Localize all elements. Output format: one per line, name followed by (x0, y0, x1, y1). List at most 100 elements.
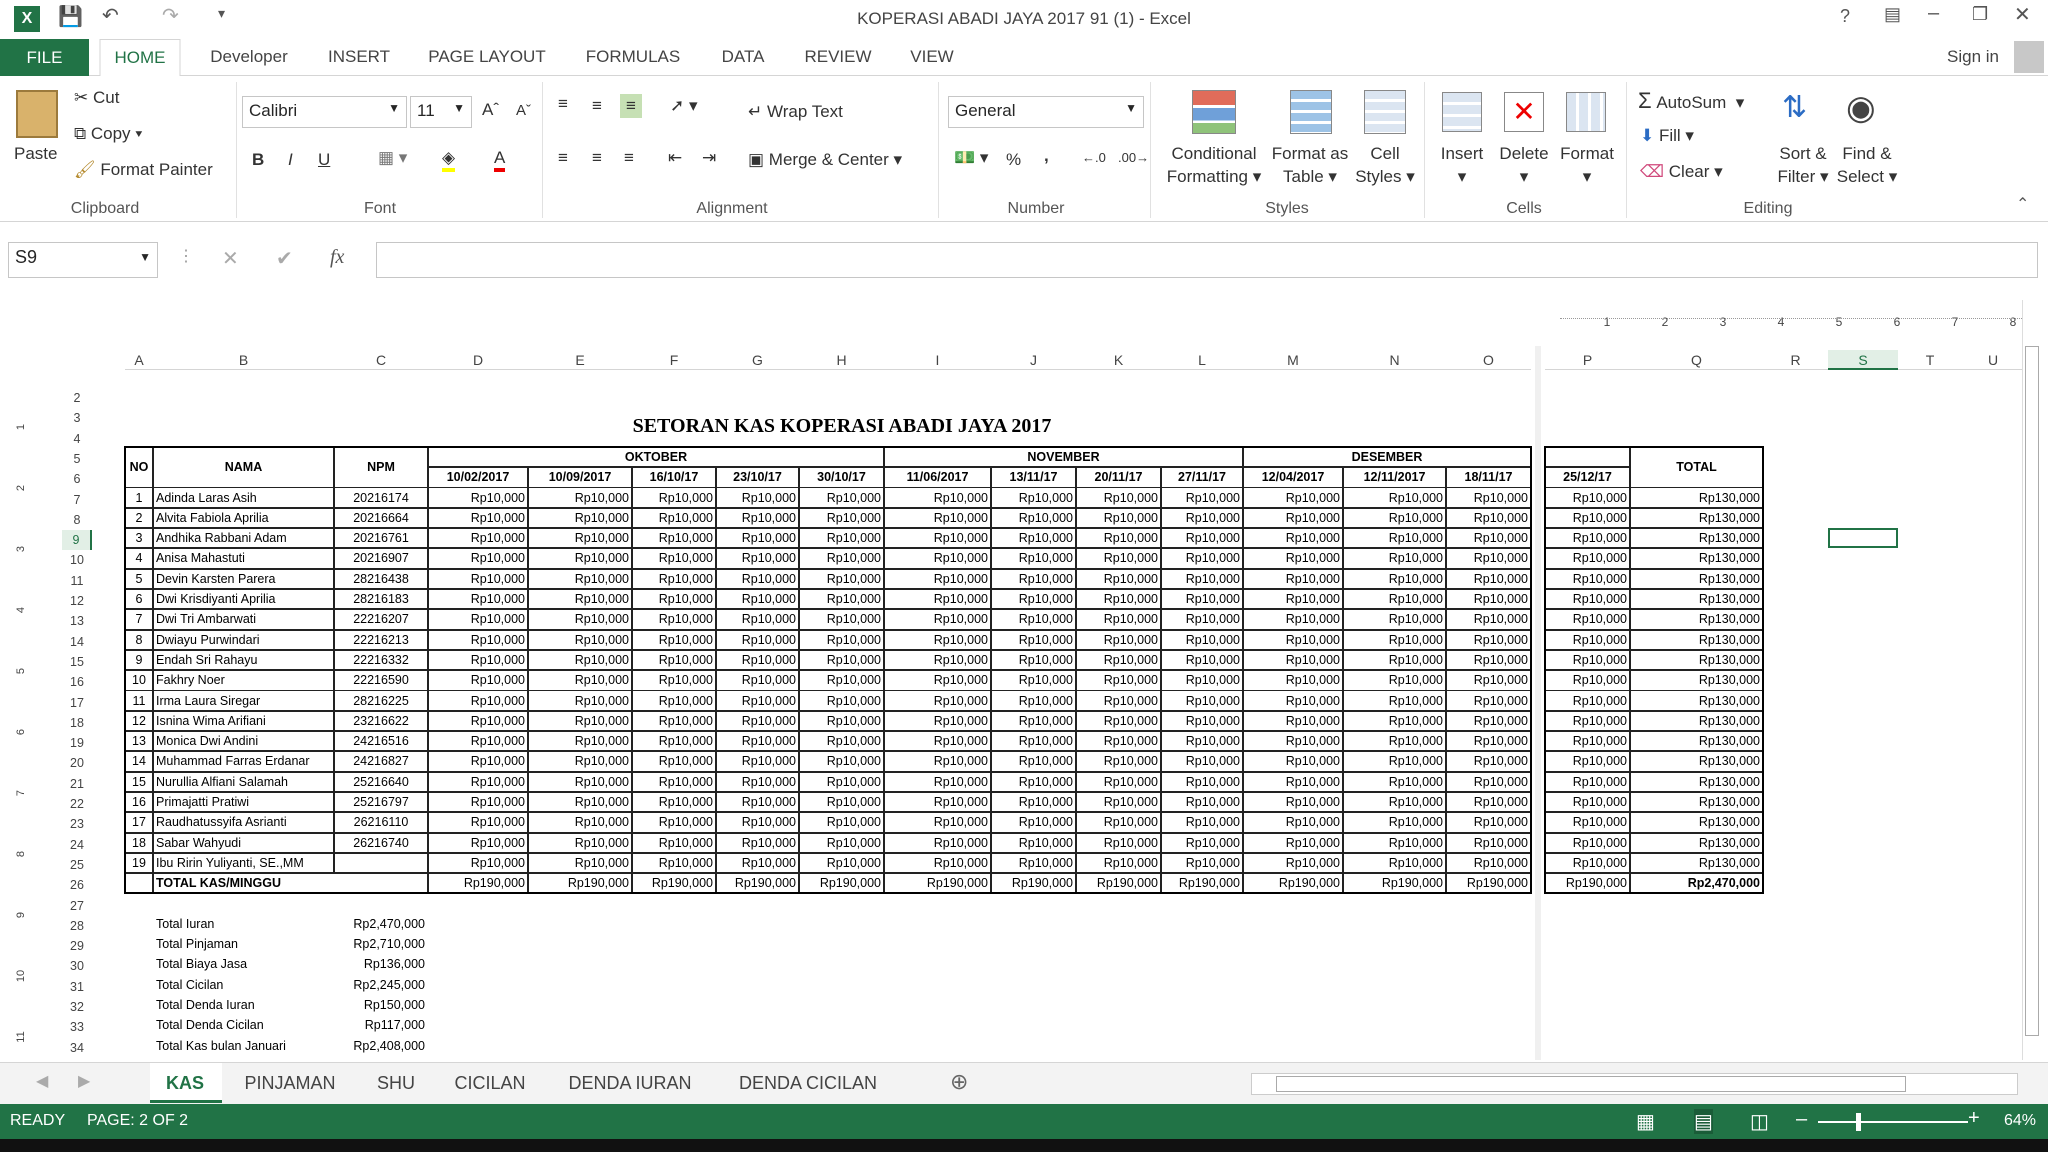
tab-insert[interactable]: INSERT (328, 47, 390, 67)
maximize-icon[interactable]: ❐ (1972, 4, 1988, 25)
payment-cell[interactable]: Rp10,000 (427, 507, 529, 529)
payment-cell[interactable]: Rp10,000 (631, 750, 717, 773)
payment-cell[interactable]: Rp10,000 (1445, 507, 1532, 529)
payment-cell[interactable]: Rp10,000 (1445, 689, 1532, 712)
payment-cell[interactable]: Rp10,000 (427, 547, 529, 570)
payment-cell[interactable]: Rp10,000 (1342, 832, 1447, 854)
borders-icon[interactable]: ▦ ▾ (378, 148, 407, 168)
weekly-total[interactable]: Rp190,000 (1445, 872, 1532, 894)
payment-cell[interactable]: Rp10,000 (1342, 852, 1447, 874)
payment-cell[interactable]: Rp10,000 (1242, 486, 1344, 509)
member-npm[interactable]: 22216207 (333, 608, 429, 631)
payment-cell[interactable]: Rp10,000 (1075, 832, 1162, 854)
payment-cell[interactable]: Rp10,000 (1445, 588, 1532, 610)
insert-function-icon[interactable]: fx (330, 246, 344, 269)
weekly-total[interactable]: Rp190,000 (1342, 872, 1447, 894)
payment-cell[interactable]: Rp10,000 (1544, 791, 1631, 813)
summary-value[interactable]: Rp150,000 (334, 995, 428, 1015)
member-npm[interactable]: 22216213 (333, 629, 429, 651)
weekly-total[interactable]: Rp190,000 (1160, 872, 1244, 894)
payment-cell[interactable]: Rp10,000 (631, 568, 717, 590)
align-center-icon[interactable]: ≡ (592, 148, 602, 168)
payment-cell[interactable]: Rp10,000 (1342, 750, 1447, 773)
row-header[interactable]: 24 (62, 835, 92, 855)
payment-cell[interactable]: Rp10,000 (883, 669, 992, 691)
row-header[interactable]: 20 (62, 753, 92, 773)
member-npm[interactable]: 20216907 (333, 547, 429, 570)
payment-cell[interactable]: Rp10,000 (1160, 669, 1244, 691)
payment-cell[interactable]: Rp10,000 (1342, 730, 1447, 752)
row-header[interactable]: 22 (62, 794, 92, 814)
row-header[interactable]: 3 (62, 408, 92, 428)
column-header-a[interactable]: A (125, 350, 153, 370)
payment-cell[interactable]: Rp10,000 (427, 649, 529, 671)
member-no[interactable]: 19 (124, 852, 154, 874)
wrap-text-button[interactable]: ↵ Wrap Text (748, 102, 843, 122)
payment-cell[interactable]: Rp10,000 (883, 649, 992, 671)
member-name[interactable]: Ibu Ririn Yuliyanti, SE.,MM (152, 852, 335, 874)
column-header-f[interactable]: F (632, 350, 716, 370)
percent-button[interactable]: % (1006, 150, 1021, 170)
payment-cell[interactable]: Rp10,000 (1342, 527, 1447, 549)
payment-cell[interactable]: Rp10,000 (1445, 750, 1532, 773)
payment-cell[interactable]: Rp10,000 (798, 771, 885, 793)
payment-cell[interactable]: Rp10,000 (527, 832, 633, 854)
payment-cell[interactable]: Rp10,000 (1160, 588, 1244, 610)
weekly-total[interactable]: Rp190,000 (990, 872, 1077, 894)
month-header[interactable]: NOVEMBER (883, 446, 1244, 468)
column-header-u[interactable]: U (1962, 350, 2024, 370)
payment-cell[interactable]: Rp10,000 (1342, 771, 1447, 793)
payment-cell[interactable]: Rp10,000 (1445, 608, 1532, 631)
format-cells-icon[interactable] (1566, 92, 1606, 132)
column-header-g[interactable]: G (716, 350, 799, 370)
header-no[interactable]: NO (124, 446, 154, 488)
payment-cell[interactable]: Rp10,000 (1242, 811, 1344, 834)
payment-cell[interactable]: Rp10,000 (1160, 507, 1244, 529)
decrease-font-icon[interactable]: Aˇ (516, 102, 531, 119)
delete-button[interactable]: Delete ▾ (1494, 142, 1554, 188)
increase-decimal-icon[interactable]: ←.0 (1082, 150, 1106, 165)
payment-cell[interactable]: Rp10,000 (1445, 547, 1532, 570)
summary-label[interactable]: Total Denda Cicilan (153, 1015, 334, 1035)
member-total[interactable]: Rp130,000 (1629, 791, 1764, 813)
scroll-tabs-left-icon[interactable]: ◀ (36, 1071, 48, 1091)
payment-cell[interactable]: Rp10,000 (1445, 649, 1532, 671)
payment-cell[interactable]: Rp10,000 (798, 852, 885, 874)
payment-cell[interactable]: Rp10,000 (527, 771, 633, 793)
payment-cell[interactable]: Rp10,000 (427, 771, 529, 793)
cut-button[interactable]: ✂ Cut (74, 88, 119, 108)
column-header-d[interactable]: D (428, 350, 528, 370)
member-name[interactable]: Irma Laura Siregar (152, 689, 335, 712)
payment-cell[interactable]: Rp10,000 (427, 832, 529, 854)
payment-cell[interactable]: Rp10,000 (1242, 710, 1344, 732)
row-header[interactable]: 9 (62, 530, 92, 551)
payment-cell[interactable]: Rp10,000 (990, 811, 1077, 834)
summary-value[interactable]: Rp2,408,000 (334, 1036, 428, 1056)
header-npm[interactable]: NPM (333, 446, 429, 488)
member-no[interactable]: 6 (124, 588, 154, 610)
summary-value[interactable]: Rp2,470,000 (334, 914, 428, 934)
member-npm[interactable]: 26216110 (333, 811, 429, 834)
date-header[interactable]: 16/10/17 (631, 466, 717, 488)
payment-cell[interactable]: Rp10,000 (1445, 629, 1532, 651)
payment-cell[interactable]: Rp10,000 (1342, 689, 1447, 712)
member-no[interactable]: 15 (124, 771, 154, 793)
member-npm[interactable]: 28216183 (333, 588, 429, 610)
payment-cell[interactable]: Rp10,000 (1342, 507, 1447, 529)
row-header[interactable]: 4 (62, 429, 92, 449)
column-header-k[interactable]: K (1076, 350, 1161, 370)
payment-cell[interactable]: Rp10,000 (990, 547, 1077, 570)
date-header[interactable]: 23/10/17 (715, 466, 800, 488)
payment-cell[interactable]: Rp10,000 (631, 486, 717, 509)
increase-indent-icon[interactable]: ⇥ (702, 148, 716, 168)
member-total[interactable]: Rp130,000 (1629, 689, 1764, 712)
member-no[interactable]: 11 (124, 689, 154, 712)
date-header[interactable]: 25/12/17 (1544, 466, 1631, 488)
payment-cell[interactable]: Rp10,000 (1242, 527, 1344, 549)
format-button[interactable]: Format ▾ (1556, 142, 1618, 188)
member-total[interactable]: Rp130,000 (1629, 568, 1764, 590)
payment-cell[interactable]: Rp10,000 (1160, 608, 1244, 631)
payment-cell[interactable]: Rp10,000 (883, 710, 992, 732)
column-header-c[interactable]: C (334, 350, 428, 370)
accounting-format-icon[interactable]: 💵 ▾ (954, 148, 988, 168)
